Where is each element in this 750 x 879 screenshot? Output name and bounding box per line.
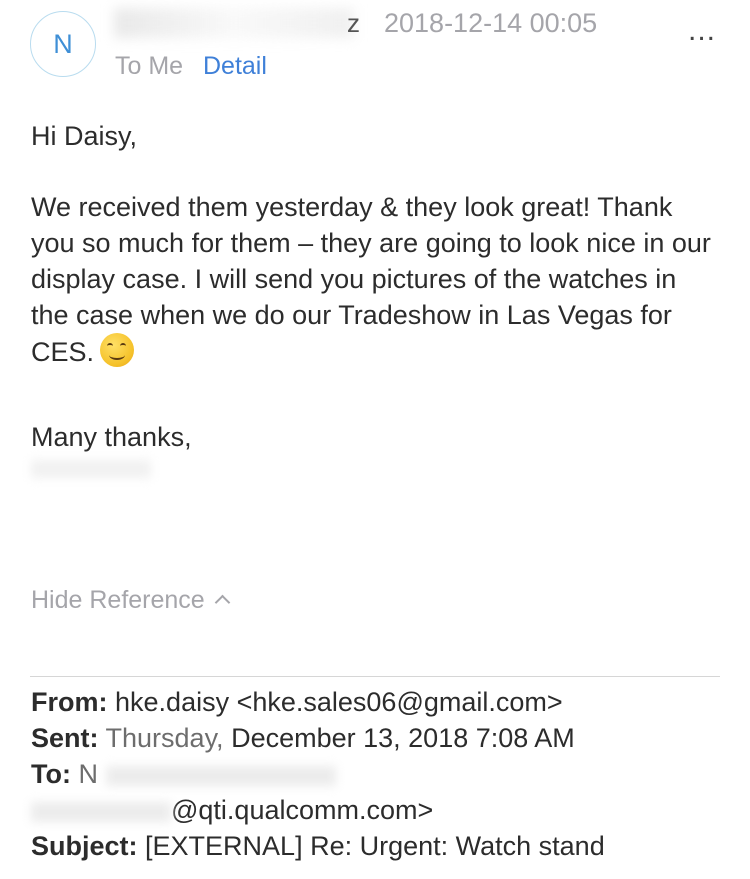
quoted-to-email: @qti.qualcomm.com>: [31, 795, 433, 826]
hide-reference-label: Hide Reference: [31, 586, 205, 614]
message-closing: Many thanks,: [31, 422, 192, 452]
recipient-label: To Me: [115, 52, 184, 80]
signature-redacted: [31, 460, 151, 478]
to-email-domain: @qti.qualcomm.com>: [171, 795, 434, 825]
quoted-from: From: hke.daisy <hke.sales06@gmail.com>: [31, 687, 563, 718]
smiling-face-icon: [100, 333, 135, 367]
avatar-initial: N: [53, 28, 73, 59]
from-label: From:: [31, 687, 108, 717]
sender-name-tail: z: [347, 8, 360, 38]
quoted-to: To: N: [31, 759, 336, 790]
hide-reference-button[interactable]: Hide Reference: [31, 586, 230, 615]
message-date: 2018-12-14 00:05: [384, 8, 598, 38]
sent-value-date: December 13, 2018 7:08 AM: [231, 723, 575, 753]
sent-label: Sent:: [31, 723, 99, 753]
to-email-redacted: [31, 801, 171, 822]
subject-label: Subject:: [31, 831, 138, 861]
more-horizontal-icon[interactable]: ...: [688, 14, 716, 48]
sent-value-day: Thursday,: [105, 723, 232, 753]
divider: [30, 676, 720, 677]
avatar[interactable]: N: [30, 11, 96, 77]
message-paragraph-text: We received them yesterday & they look g…: [31, 192, 711, 367]
detail-link[interactable]: Detail: [203, 52, 267, 81]
from-value: hke.daisy <hke.sales06@gmail.com>: [115, 687, 563, 717]
message-greeting: Hi Daisy,: [31, 121, 138, 151]
subject-value: [EXTERNAL] Re: Urgent: Watch stand: [145, 831, 605, 861]
chevron-up-icon: [214, 594, 230, 611]
message-paragraph: We received them yesterday & they look g…: [31, 189, 721, 370]
to-name-redacted: [105, 765, 336, 786]
sender-name-redacted: [114, 8, 354, 38]
to-visible: N: [78, 759, 99, 789]
quoted-sent: Sent: Thursday, December 13, 2018 7:08 A…: [31, 723, 575, 754]
quoted-subject: Subject: [EXTERNAL] Re: Urgent: Watch st…: [31, 831, 605, 862]
to-label: To:: [31, 759, 71, 789]
